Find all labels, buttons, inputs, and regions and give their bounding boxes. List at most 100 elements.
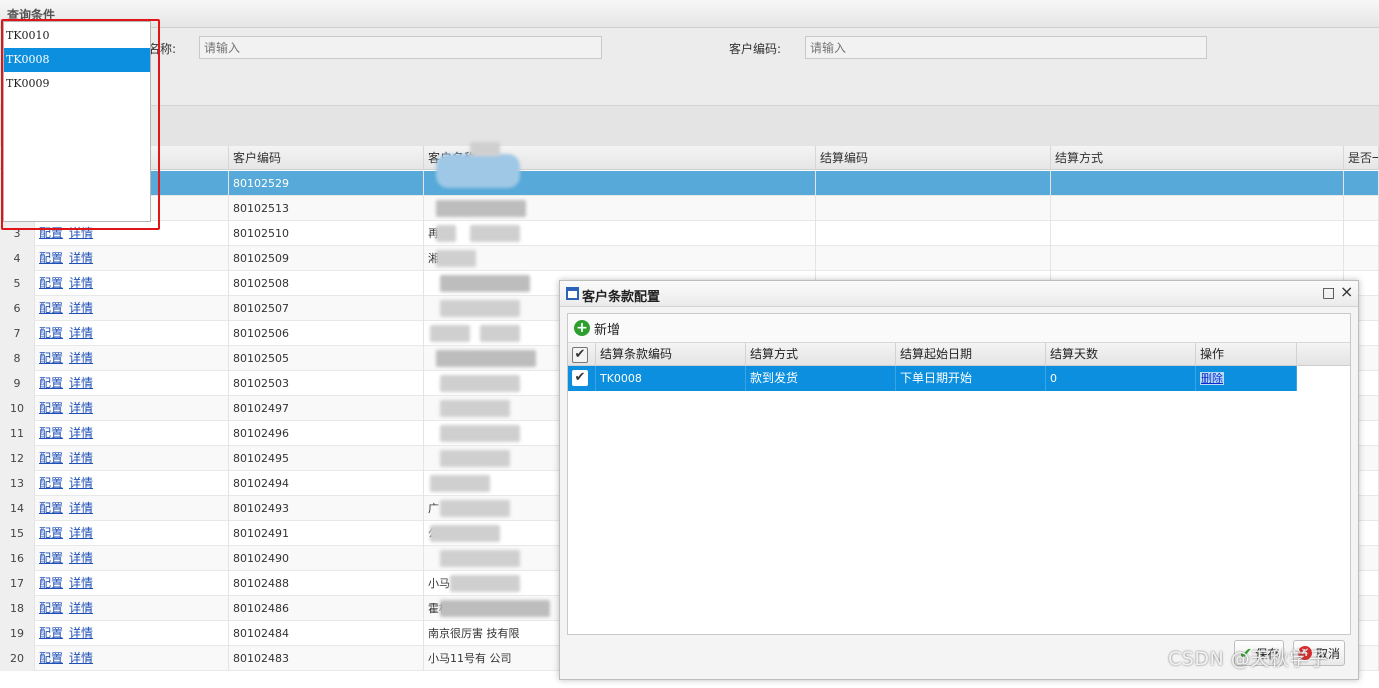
dropdown-option-selected[interactable]: TK0008	[4, 48, 150, 72]
detail-link[interactable]: 详情	[69, 651, 93, 665]
row-actions: 配置详情	[35, 571, 229, 596]
config-link[interactable]: 配置	[39, 376, 63, 390]
row-number: 11	[0, 421, 35, 446]
days-cell: 0	[1046, 366, 1196, 391]
customer-name-input[interactable]	[199, 36, 602, 59]
header-days[interactable]: 结算天数	[1046, 343, 1196, 366]
row-number: 10	[0, 396, 35, 421]
detail-link[interactable]: 详情	[69, 251, 93, 265]
row-select-cell[interactable]: ✔	[568, 366, 596, 391]
detail-link[interactable]: 详情	[69, 626, 93, 640]
row-number: 16	[0, 546, 35, 571]
config-link[interactable]: 配置	[39, 451, 63, 465]
flag-cell	[1344, 171, 1379, 196]
config-link[interactable]: 配置	[39, 326, 63, 340]
header-terms-code[interactable]: 结算条款编码	[596, 343, 746, 366]
row-actions: 配置详情	[35, 521, 229, 546]
grid-header: 客户编码 客户名称 结算编码 结算方式 是否一	[0, 146, 1379, 170]
close-icon[interactable]: ×	[1340, 284, 1353, 300]
row-number: 15	[0, 521, 35, 546]
maximize-icon[interactable]: □	[1322, 286, 1335, 300]
detail-link[interactable]: 详情	[69, 326, 93, 340]
table-row[interactable]: 1配置详情80102529	[0, 171, 1379, 196]
customer-code-cell: 80102509	[229, 246, 424, 271]
customer-code-input[interactable]	[805, 36, 1207, 59]
customer-code-cell: 80102483	[229, 646, 424, 671]
terms-row-selected[interactable]: ✔ TK0008 款到发货 下单日期开始 0 删除	[568, 366, 1297, 391]
config-link[interactable]: 配置	[39, 226, 63, 240]
csdn-watermark: CSDN @天秋学子	[1168, 648, 1329, 670]
dropdown-option[interactable]: TK0009	[4, 72, 150, 96]
add-button-label: 新增	[594, 322, 621, 338]
row-number: 14	[0, 496, 35, 521]
config-link[interactable]: 配置	[39, 426, 63, 440]
row-actions: 配置详情	[35, 646, 229, 671]
config-link[interactable]: 配置	[39, 351, 63, 365]
config-link[interactable]: 配置	[39, 651, 63, 665]
table-row[interactable]: 4 配置 详情 80102509 湘	[0, 246, 1379, 271]
row-number: 8	[0, 346, 35, 371]
detail-link[interactable]: 详情	[69, 301, 93, 315]
detail-link[interactable]: 详情	[69, 526, 93, 540]
customer-code-cell: 80102505	[229, 346, 424, 371]
dropdown-option[interactable]: TK0010	[4, 24, 150, 48]
redaction-blur	[480, 325, 520, 342]
config-link[interactable]: 配置	[39, 476, 63, 490]
terms-grid-header: ✔ 结算条款编码 结算方式 结算起始日期 结算天数 操作	[568, 342, 1350, 366]
query-panel: 名称: 客户编码:	[0, 28, 1379, 106]
detail-link[interactable]: 详情	[69, 351, 93, 365]
row-actions: 配置详情	[35, 321, 229, 346]
redaction-blur	[430, 525, 500, 542]
config-link[interactable]: 配置	[39, 251, 63, 265]
customer-code-cell: 80102497	[229, 396, 424, 421]
config-link[interactable]: 配置	[39, 551, 63, 565]
dialog-titlebar[interactable]: 客户条款配置 □ ×	[560, 281, 1358, 307]
redaction-blur	[436, 350, 536, 367]
flag-cell	[1344, 246, 1379, 271]
header-start-date[interactable]: 结算起始日期	[896, 343, 1046, 366]
header-operation[interactable]: 操作	[1196, 343, 1297, 366]
add-button[interactable]: + 新增	[574, 318, 620, 338]
config-link[interactable]: 配置	[39, 626, 63, 640]
config-link[interactable]: 配置	[39, 526, 63, 540]
code-dropdown-list: TK0010 TK0008 TK0009	[3, 21, 151, 222]
header-method[interactable]: 结算方式	[746, 343, 896, 366]
detail-link[interactable]: 详情	[69, 476, 93, 490]
detail-link[interactable]: 详情	[69, 451, 93, 465]
config-link[interactable]: 配置	[39, 401, 63, 415]
customer-code-cell: 80102491	[229, 521, 424, 546]
customer-code-cell: 80102493	[229, 496, 424, 521]
detail-link[interactable]: 详情	[69, 501, 93, 515]
checkbox-checked-icon[interactable]: ✔	[572, 347, 588, 363]
detail-link[interactable]: 详情	[69, 226, 93, 240]
detail-link[interactable]: 详情	[69, 401, 93, 415]
config-link[interactable]: 配置	[39, 276, 63, 290]
header-is-flag[interactable]: 是否一	[1344, 146, 1379, 170]
customer-code-cell: 80102494	[229, 471, 424, 496]
config-link[interactable]: 配置	[39, 501, 63, 515]
config-link[interactable]: 配置	[39, 576, 63, 590]
delete-link[interactable]: 删除	[1200, 372, 1224, 385]
config-link[interactable]: 配置	[39, 301, 63, 315]
detail-link[interactable]: 详情	[69, 551, 93, 565]
detail-link[interactable]: 详情	[69, 601, 93, 615]
redaction-blur	[436, 154, 520, 188]
customer-name-label: 名称:	[148, 42, 177, 56]
detail-link[interactable]: 详情	[69, 576, 93, 590]
table-row[interactable]: 2配置详情80102513	[0, 196, 1379, 221]
row-actions: 配置详情	[35, 546, 229, 571]
settlement-method-cell	[1051, 246, 1344, 271]
checkbox-checked-icon[interactable]: ✔	[572, 370, 588, 386]
detail-link[interactable]: 详情	[69, 276, 93, 290]
header-select-all[interactable]: ✔	[568, 343, 596, 366]
row-number: 5	[0, 271, 35, 296]
row-actions: 配置详情	[35, 396, 229, 421]
row-number: 19	[0, 621, 35, 646]
detail-link[interactable]: 详情	[69, 426, 93, 440]
header-settlement-method[interactable]: 结算方式	[1051, 146, 1344, 170]
header-customer-code[interactable]: 客户编码	[229, 146, 424, 170]
config-link[interactable]: 配置	[39, 601, 63, 615]
header-settlement-code[interactable]: 结算编码	[816, 146, 1051, 170]
detail-link[interactable]: 详情	[69, 376, 93, 390]
table-row[interactable]: 3 配置 详情 80102510 再	[0, 221, 1379, 246]
